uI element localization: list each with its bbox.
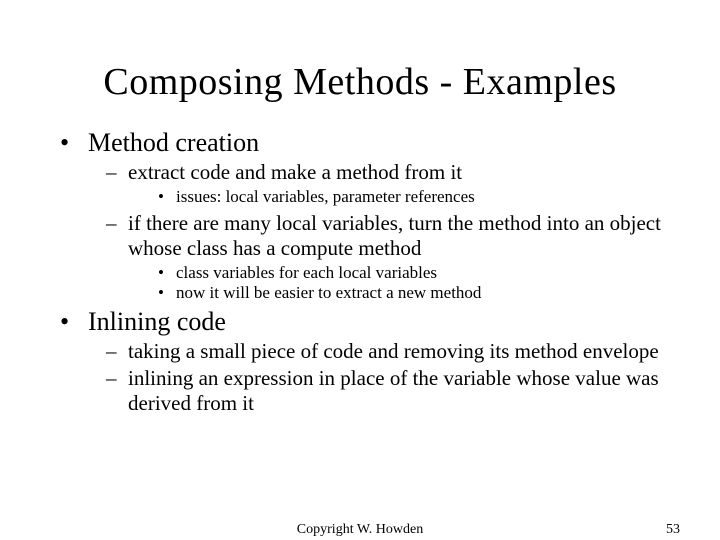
slide: Composing Methods - Examples • Method cr…: [0, 0, 720, 540]
list-item-label: if there are many local variables, turn …: [128, 211, 670, 261]
list-item: – extract code and make a method from it…: [50, 160, 670, 207]
list-item: • now it will be easier to extract a new…: [50, 283, 670, 303]
dash-icon: –: [106, 366, 128, 391]
list-item-label: class variables for each local variables: [176, 263, 437, 283]
list-item-label: inlining an expression in place of the v…: [128, 366, 670, 416]
bullet-icon: •: [60, 128, 88, 158]
list-item-label: Method creation: [88, 128, 259, 158]
bullet-list: • Method creation – extract code and mak…: [50, 128, 670, 416]
list-item-label: extract code and make a method from it: [128, 160, 462, 185]
bullet-icon: •: [158, 283, 176, 303]
bullet-icon: •: [60, 307, 88, 337]
list-item: • issues: local variables, parameter ref…: [50, 187, 670, 207]
list-item-label: Inlining code: [88, 307, 226, 337]
dash-icon: –: [106, 339, 128, 364]
list-item: – if there are many local variables, tur…: [50, 211, 670, 303]
list-item-label: issues: local variables, parameter refer…: [176, 187, 475, 207]
list-item-label: now it will be easier to extract a new m…: [176, 283, 481, 303]
dash-icon: –: [106, 211, 128, 236]
list-item: • Inlining code – taking a small piece o…: [50, 307, 670, 415]
copyright-label: Copyright W. Howden: [297, 522, 423, 538]
bullet-icon: •: [158, 187, 176, 207]
slide-title: Composing Methods - Examples: [50, 60, 670, 104]
page-number: 53: [666, 522, 680, 538]
bullet-icon: •: [158, 263, 176, 283]
list-item: – inlining an expression in place of the…: [50, 366, 670, 416]
list-item: – taking a small piece of code and remov…: [50, 339, 670, 364]
dash-icon: –: [106, 160, 128, 185]
list-item: • Method creation – extract code and mak…: [50, 128, 670, 303]
list-item: • class variables for each local variabl…: [50, 263, 670, 283]
list-item-label: taking a small piece of code and removin…: [128, 339, 659, 364]
